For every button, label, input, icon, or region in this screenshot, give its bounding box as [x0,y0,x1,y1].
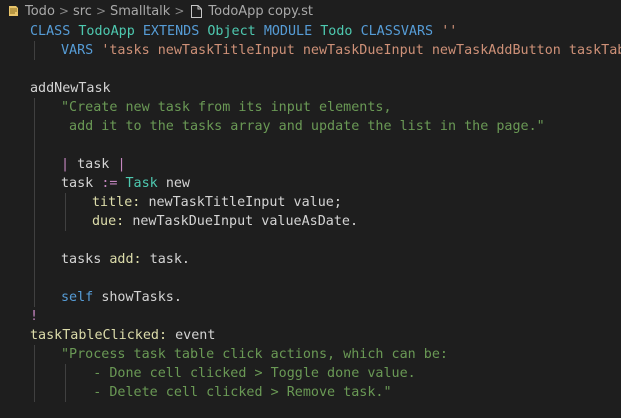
code-line-show: self showTasks. [61,290,182,305]
chevron-right-icon: > [174,4,185,18]
code-line-due: due: newTaskDueInput valueAsDate. [92,214,359,229]
code-comment: - Done cell clicked > Toggle done value. [61,366,416,381]
code-line-1: CLASS TodoApp EXTENDS Object MODULE Todo… [30,24,458,39]
code-comment: add it to the tasks array and update the… [61,119,545,134]
code-line-assign: task := Task new [61,176,190,191]
method-taskTableClicked: taskTableClicked: event [30,328,216,343]
method-addNewTask: addNewTask [30,81,111,96]
method-terminator: ! [30,309,39,324]
chevron-right-icon: > [95,4,107,18]
breadcrumb-item-src[interactable]: src [73,4,92,19]
code-line-title: title: newTaskTitleInput value; [92,195,342,210]
file-icon [190,4,203,19]
breadcrumb-item-smalltalk[interactable]: Smalltalk [110,4,170,19]
folder-icon [6,4,20,18]
breadcrumb: Todo > src > Smalltalk > TodoApp copy.st [0,0,621,22]
code-line-2: VARS 'tasks newTaskTitleInput newTaskDue… [61,43,621,58]
chevron-right-icon: > [58,4,69,18]
indent-guide [34,98,35,307]
code-editor[interactable]: CLASS TodoApp EXTENDS Object MODULE Todo… [0,22,621,418]
code-line-add: tasks add: task. [61,252,190,267]
indent-guide [65,193,66,231]
code-comment: "Create new task from its input elements… [61,100,392,115]
breadcrumb-file[interactable]: TodoApp copy.st [208,4,313,19]
code-comment: "Process task table click actions, which… [61,347,448,362]
code-line-temps: | task | [61,157,126,172]
indent-guide [34,345,35,402]
breadcrumb-item-todo[interactable]: Todo [25,4,55,19]
code-comment: - Delete cell clicked > Remove task." [61,385,392,400]
indent-guide [34,41,35,60]
